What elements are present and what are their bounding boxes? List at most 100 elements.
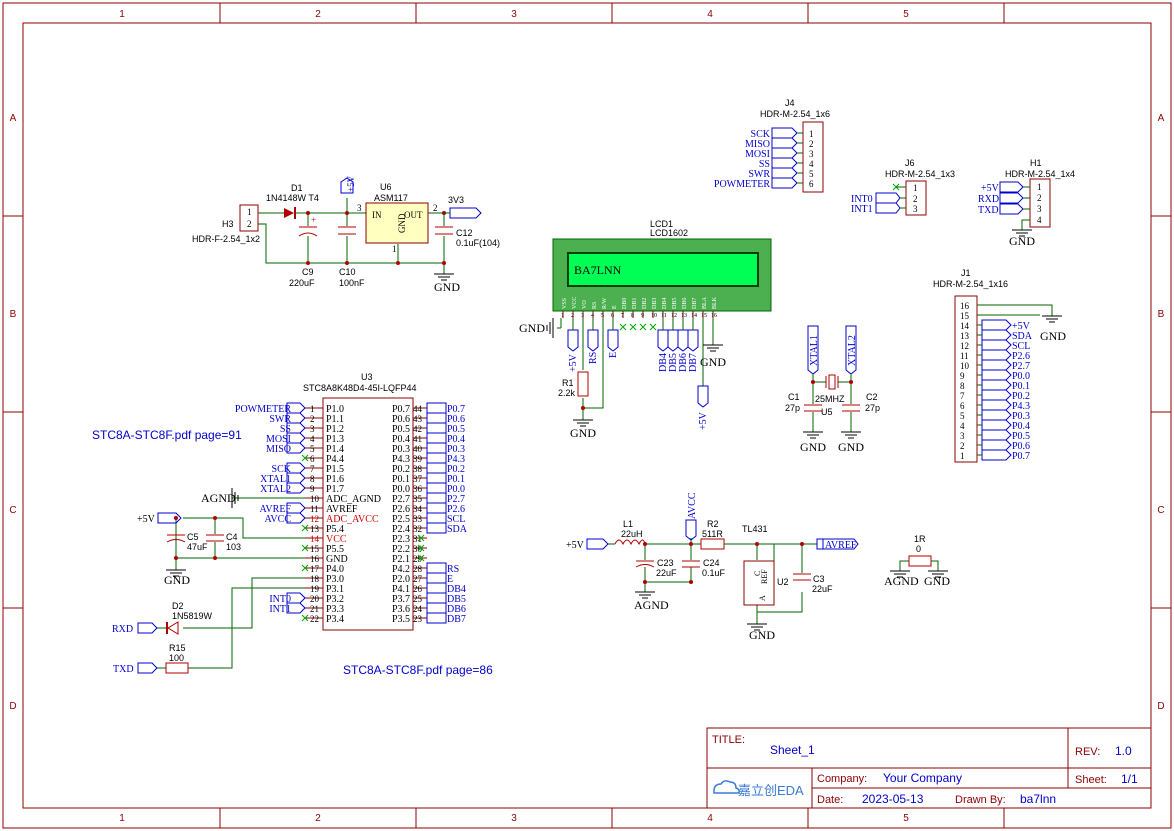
mcu-pin-num: 12	[310, 514, 319, 524]
net-flag-rs	[587, 329, 599, 352]
net-flag	[426, 602, 447, 614]
r1-value: 2.2k	[558, 388, 576, 398]
net-flag	[981, 409, 1012, 421]
note-page86: STC8A-STC8F.pdf page=86	[343, 663, 493, 677]
row-label: D	[9, 701, 16, 712]
net-flag	[426, 582, 447, 594]
mcu-pin-num: 1	[310, 404, 315, 414]
c5-value: 47uF	[187, 542, 208, 552]
j1-pin-num: 4	[960, 421, 965, 431]
net-flag-db5	[667, 329, 679, 352]
j6-pin: 3	[913, 204, 918, 214]
net-flag	[981, 339, 1012, 351]
sheet-frame	[2, 2, 1172, 829]
row-label: C	[1157, 505, 1164, 516]
lcd-screen-text: BA7LNN	[574, 263, 622, 277]
power-supply-section: 1 2 H3 HDR-F-2.54_1x2 D1 1N4148W T4 + C9…	[192, 175, 500, 294]
j4-pin-num: 2	[809, 139, 814, 149]
col-label: 3	[511, 813, 517, 824]
rev-value: 1.0	[1115, 744, 1132, 758]
crystal-section: XTAL1 XTAL2 C1 27p C2 27p 25MHZ U5 GND G…	[785, 325, 880, 454]
mcu-pin-name: P3.4	[326, 614, 344, 625]
net-flag-e	[607, 329, 619, 352]
r0-gnd-label: GND	[924, 574, 950, 588]
mcu-pin-num: 37	[413, 474, 423, 484]
mcu-pin-num: 19	[310, 584, 320, 594]
lcd-pin-name: DB1	[632, 298, 638, 309]
mcu-pin-num: 35	[413, 494, 423, 504]
j4-pin-num: 4	[809, 159, 814, 169]
j1-pin-num: 2	[960, 441, 965, 451]
l1-value: 22uH	[621, 529, 643, 539]
r0-agnd-label: AGND	[884, 574, 919, 588]
eda-logo: 嘉立创EDA	[713, 780, 804, 798]
mcu-pin-num: 23	[413, 614, 423, 624]
net-flag	[981, 399, 1012, 411]
mcu-pin-num: 2	[310, 414, 315, 424]
mcu-pin-num: 28	[413, 564, 423, 574]
h3-ref: H3	[222, 219, 234, 229]
mcu-left-net: AVCC	[265, 514, 292, 525]
mcu-pin-num: 41	[413, 434, 422, 444]
mcu-pin-num: 27	[413, 574, 423, 584]
net-flag	[426, 502, 447, 514]
c10-capacitor	[338, 226, 356, 235]
c3-ref: C3	[813, 574, 825, 584]
j1-ref: J1	[961, 268, 971, 278]
mcu-pin-num: 26	[413, 584, 423, 594]
col-label: 1	[119, 9, 125, 20]
c9-polarity: +	[311, 215, 316, 225]
h1-pin: 4	[1037, 215, 1042, 225]
mcu-pin-num: 29	[413, 554, 423, 564]
mcu-section: U3 STC8A8K48D4-45I-LQFP44 1 P1.0POWMETER2…	[112, 372, 468, 675]
mcu-value: STC8A8K48D4-45I-LQFP44	[303, 383, 417, 393]
j4-value: HDR-M-2.54_1x6	[760, 109, 830, 119]
j1-pin-num: 6	[960, 401, 965, 411]
lcd-pin-name: R/W	[602, 297, 608, 309]
j1-pin-num: 16	[960, 301, 970, 311]
c12-value: 0.1uF(104)	[456, 238, 500, 248]
net-flag	[426, 592, 447, 604]
j4-pin-num: 1	[809, 129, 814, 139]
d1-value: 1N4148W T4	[266, 193, 319, 203]
xtal2-label: XTAL2	[847, 335, 858, 366]
gnd-symbol	[546, 318, 554, 338]
j1-value: HDR-M-2.54_1x16	[933, 279, 1008, 289]
avcc-label: AVCC	[687, 492, 698, 519]
company-value: Your Company	[883, 771, 962, 785]
net-flag	[426, 432, 447, 444]
mcu-left-net: INT1	[269, 604, 291, 615]
j1-pin-num: 7	[960, 391, 965, 401]
analog-5v-label: +5V	[566, 540, 585, 551]
j1-header: J1 HDR-M-2.54_1x16 161514131211109876543…	[933, 268, 1066, 463]
net-flag-5v-bl	[697, 385, 709, 408]
avref-label: AVREF	[825, 540, 857, 551]
lcd-bl-5v-label: +5V	[698, 411, 709, 430]
net-flag	[426, 572, 447, 584]
mcu-pin-num: 22	[310, 614, 319, 624]
lcd-pin-num: 10	[651, 313, 657, 319]
net-flag	[771, 167, 798, 179]
gnd-label: GND	[434, 280, 460, 294]
gnd-symbol	[703, 344, 723, 352]
net-flag	[981, 329, 1012, 341]
net-flag	[426, 442, 447, 454]
net-flag	[426, 492, 447, 504]
date-label: Date:	[817, 794, 843, 806]
l1-inductor	[614, 539, 646, 546]
j6-value: HDR-M-2.54_1x3	[885, 169, 955, 179]
mcu-pin-num: 11	[310, 504, 319, 514]
lcd-pin-name: VO	[582, 300, 588, 309]
u2-gnd-label: GND	[749, 628, 775, 642]
lcd-pin-num: 7	[621, 313, 624, 319]
h1-pin: 3	[1037, 204, 1042, 214]
net-flag	[981, 419, 1012, 431]
c10-ref: C10	[339, 267, 356, 277]
c1-value: 27p	[785, 403, 800, 413]
c23-agnd-label: AGND	[634, 598, 669, 612]
j1-pin-num: 11	[960, 351, 969, 361]
col-label: 5	[903, 813, 909, 824]
mcu-pin-num: 9	[310, 484, 315, 494]
mcu-pin-num: 42	[413, 424, 422, 434]
d1-diode	[284, 207, 296, 219]
